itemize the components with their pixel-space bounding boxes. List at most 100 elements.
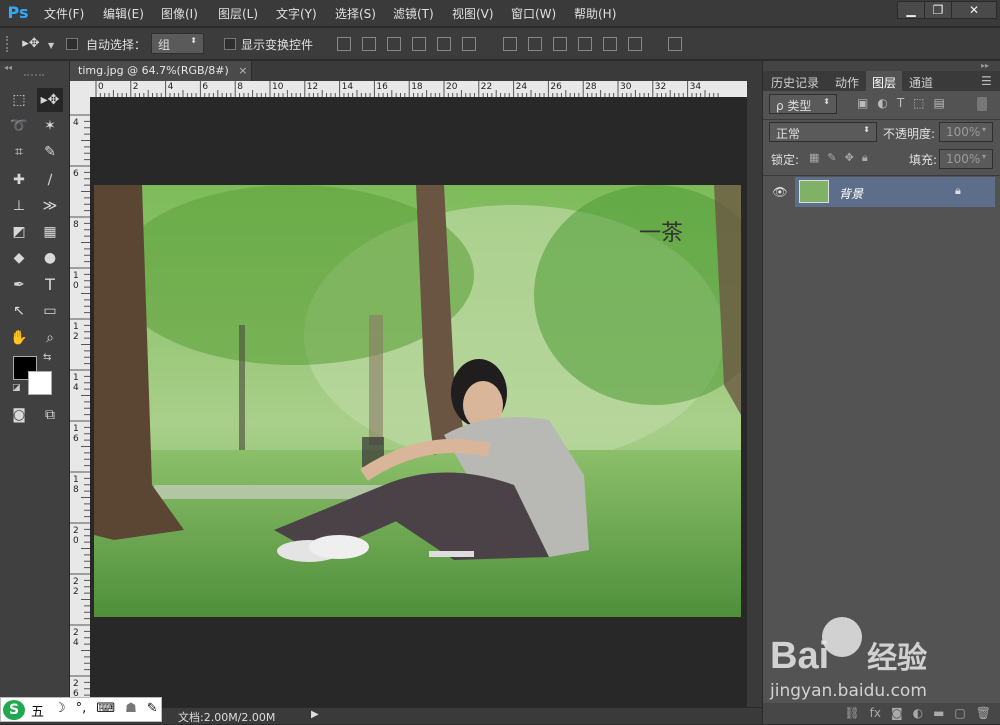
background-color-swatch[interactable] (28, 371, 52, 395)
new-layer-icon[interactable]: ▢ (954, 706, 965, 721)
blend-mode-dropdown[interactable]: 正常 ⬍ (769, 122, 877, 142)
menu-image[interactable]: 图像(I) (161, 5, 198, 22)
fill-input[interactable]: 100% ▾ (939, 149, 993, 169)
show-transform-checkbox[interactable] (224, 38, 236, 50)
magic-wand-tool-icon[interactable]: ✶ (37, 114, 63, 138)
grip-handle[interactable] (24, 74, 44, 76)
shape-filter-icon[interactable]: ⬚ (913, 96, 924, 110)
collapse-panels-icon[interactable]: ▸▸ (981, 61, 989, 70)
adjustment-layer-icon[interactable]: ◐ (913, 706, 923, 721)
minimize-button[interactable]: ▁ (897, 1, 925, 19)
eye-icon[interactable]: 👁︎ (767, 177, 793, 207)
screen-mode-icon[interactable]: ⧉ (37, 403, 63, 427)
distribute-vcenter-icon[interactable] (528, 37, 542, 51)
trash-icon[interactable]: 🗑︎ (976, 706, 991, 721)
crop-tool-icon[interactable]: ⌗ (6, 140, 32, 164)
photo-image[interactable]: 一茶 (94, 185, 741, 617)
distribute-bottom-icon[interactable] (553, 37, 567, 51)
hand-tool-icon[interactable]: ✋ (6, 326, 32, 350)
gradient-tool-icon[interactable]: ▦ (37, 220, 63, 244)
menu-edit[interactable]: 编辑(E) (103, 5, 144, 22)
grip-handle[interactable] (6, 36, 10, 52)
distribute-top-icon[interactable] (503, 37, 517, 51)
filter-toggle-switch[interactable] (977, 97, 987, 111)
default-colors-icon[interactable]: ◪ (12, 383, 21, 393)
align-right-icon[interactable] (462, 37, 476, 51)
tab-actions[interactable]: 动作 (829, 71, 865, 91)
user-icon[interactable]: ☗ (125, 701, 137, 720)
zoom-tool-icon[interactable]: ⌕ (37, 326, 63, 350)
type-filter-icon[interactable]: T (897, 96, 904, 110)
pen-tool-icon[interactable]: ✒ (6, 273, 32, 297)
clone-stamp-tool-icon[interactable]: ⊥ (6, 194, 32, 218)
move-tool-icon[interactable]: ▸✥ (37, 88, 63, 112)
rectangle-tool-icon[interactable]: ▭ (37, 299, 63, 323)
sogou-logo-icon[interactable]: S (3, 700, 25, 720)
marquee-tool-icon[interactable]: ⬚ (6, 88, 32, 112)
close-tab-icon[interactable]: × (238, 64, 247, 77)
close-window-button[interactable]: ✕ (951, 1, 997, 19)
panel-menu-icon[interactable]: ☰ (981, 74, 992, 88)
menu-window[interactable]: 窗口(W) (511, 5, 556, 22)
align-vcenter-icon[interactable] (362, 37, 376, 51)
menu-filter[interactable]: 滤镜(T) (393, 5, 434, 22)
align-hcenter-icon[interactable] (437, 37, 451, 51)
restore-button[interactable]: ❐ (924, 1, 952, 19)
tab-channels[interactable]: 通道 (903, 71, 939, 91)
menu-type[interactable]: 文字(Y) (276, 5, 317, 22)
eraser-tool-icon[interactable]: ◩ (6, 220, 32, 244)
layer-row[interactable]: 背景 🔒︎ (795, 177, 995, 207)
add-mask-icon[interactable]: ◙ (891, 706, 903, 721)
quick-mask-icon[interactable]: ◙ (6, 403, 32, 427)
vertical-ruler[interactable]: 468101214161820222426 (70, 97, 90, 707)
status-menu-arrow-icon[interactable]: ▶ (311, 709, 319, 720)
menu-view[interactable]: 视图(V) (452, 5, 494, 22)
tab-history[interactable]: 历史记录 (765, 71, 825, 91)
smart-object-filter-icon[interactable]: ▤ (934, 96, 945, 110)
distribute-right-icon[interactable] (628, 37, 642, 51)
horizontal-ruler[interactable]: 0 2 4 6 8 10 12 14 16 18 20 22 24 26 28 30 32 34 (90, 81, 747, 97)
menu-file[interactable]: 文件(F) (44, 5, 84, 22)
history-brush-tool-icon[interactable]: ≫ (37, 194, 63, 218)
healing-brush-tool-icon[interactable]: ✚ (6, 168, 32, 192)
menu-select[interactable]: 选择(S) (335, 5, 376, 22)
ime-input-mode[interactable]: 五 (31, 701, 44, 720)
lasso-tool-icon[interactable]: ➰ (6, 114, 32, 138)
auto-align-layers-icon[interactable] (668, 37, 682, 51)
auto-select-dropdown[interactable]: 组 ⬍ (151, 33, 204, 54)
vertical-scrollbar[interactable] (747, 81, 762, 707)
align-bottom-icon[interactable] (387, 37, 401, 51)
align-top-icon[interactable] (337, 37, 351, 51)
layer-filter-dropdown[interactable]: ρ 类型 ⬍ (769, 94, 837, 114)
swap-colors-icon[interactable]: ⇆ (43, 352, 51, 363)
eyedropper-tool-icon[interactable]: ✎ (37, 140, 63, 164)
path-selection-tool-icon[interactable]: ↖ (6, 299, 32, 323)
moon-icon[interactable]: ☽ (54, 701, 66, 720)
collapse-icon[interactable]: ◂◂ (4, 63, 12, 72)
adjustment-filter-icon[interactable]: ◐ (877, 96, 887, 110)
distribute-left-icon[interactable] (578, 37, 592, 51)
fx-icon[interactable]: fx (870, 706, 881, 721)
brush-tool-icon[interactable]: ∕ (37, 168, 63, 192)
chevron-down-icon[interactable]: ▼ (48, 41, 54, 50)
lock-position-icon[interactable]: ✥ (845, 151, 854, 165)
ruler-origin[interactable] (70, 81, 90, 97)
opacity-input[interactable]: 100% ▾ (939, 122, 993, 142)
punctuation-icon[interactable]: °, (76, 701, 87, 720)
new-group-icon[interactable]: ▬ (933, 706, 944, 721)
wrench-icon[interactable]: ✎ (147, 701, 158, 720)
type-tool-icon[interactable]: T (37, 273, 63, 297)
dodge-tool-icon[interactable]: ● (37, 246, 63, 270)
lock-pixels-icon[interactable]: ✎ (827, 151, 836, 165)
lock-transparency-icon[interactable]: ▦ (809, 151, 819, 165)
align-left-icon[interactable] (412, 37, 426, 51)
move-tool-preset-icon[interactable]: ▸✥ (18, 32, 44, 56)
pixel-filter-icon[interactable]: ▣ (857, 96, 868, 110)
menu-help[interactable]: 帮助(H) (574, 5, 616, 22)
tab-layers[interactable]: 图层 (866, 71, 903, 91)
blur-tool-icon[interactable]: ◆ (6, 246, 32, 270)
keyboard-icon[interactable]: ⌨ (96, 701, 115, 720)
link-layers-icon[interactable]: ⛓︎ (844, 706, 859, 721)
document-tab[interactable]: timg.jpg @ 64.7%(RGB/8#) × (70, 61, 252, 81)
auto-select-checkbox[interactable] (66, 38, 78, 50)
